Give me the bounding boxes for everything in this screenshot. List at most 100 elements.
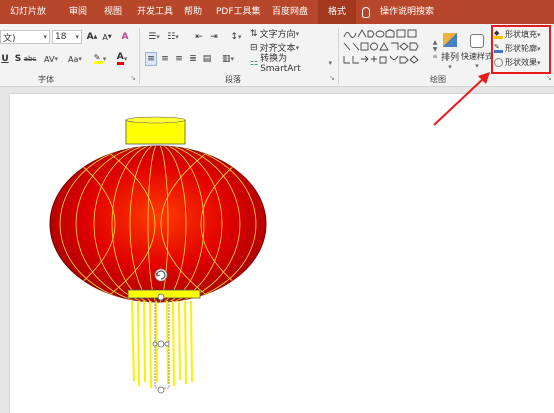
group-separator	[139, 28, 140, 84]
quick-styles-icon	[470, 34, 484, 48]
tab-label: 格式	[327, 7, 346, 17]
smartart-icon: ⚏	[250, 57, 259, 68]
clear-format-button[interactable]: A	[118, 30, 132, 44]
smartart-label: 转换为 SmartArt	[260, 54, 301, 74]
line-spacing-icon: ↕	[230, 32, 239, 42]
align-left-button[interactable]: ≡	[145, 52, 157, 66]
align-text-icon: ⊟	[250, 42, 258, 53]
tab-pdf-tools[interactable]: PDF工具集	[212, 0, 268, 24]
numbering-button[interactable]: ☷ ▾	[164, 30, 182, 44]
line-spacing-button[interactable]: ↕ ▾	[227, 30, 245, 44]
tab-label: 视图	[104, 7, 123, 17]
font-dialog-launcher-icon[interactable]: ↘	[130, 74, 136, 82]
quick-styles-label: 快速样式	[461, 52, 493, 61]
arrange-button[interactable]: 排列 ▾	[439, 27, 461, 77]
text-direction-label: 文字方向	[259, 30, 296, 40]
strike-button[interactable]: abc	[23, 52, 37, 66]
tab-label: 操作说明搜索	[380, 7, 435, 17]
strikethrough-icon: abc	[23, 55, 37, 63]
shapes-gallery-scroll[interactable]: ▲ ▼ ≡	[431, 27, 439, 71]
text-direction-icon: ⇅	[250, 28, 258, 39]
columns-button[interactable]: ▥ ▾	[218, 52, 238, 66]
chevron-up-icon: ▲	[432, 38, 438, 46]
highlighter-icon: ✎	[93, 54, 103, 64]
shrink-font-button[interactable]: A ▼	[101, 30, 113, 44]
drawing-dialog-launcher-icon[interactable]: ↘	[546, 74, 552, 82]
align-left-icon: ≡	[147, 54, 155, 64]
char-spacing-button[interactable]: AV ▾	[40, 52, 62, 66]
chevron-down-icon: ▾	[448, 63, 452, 71]
strikethrough-button[interactable]: S	[13, 52, 23, 66]
drawing-group-label: 绘图	[430, 75, 446, 84]
tab-format[interactable]: 格式	[318, 0, 356, 24]
font-color-icon: A	[116, 53, 124, 65]
paragraph-dialog-launcher-icon[interactable]: ↘	[329, 74, 335, 82]
columns-icon: ▥	[221, 54, 231, 64]
tab-review[interactable]: 审阅	[63, 0, 93, 24]
tell-me-search[interactable]: 操作说明搜索	[362, 0, 462, 24]
decrease-indent-icon: ⇤	[195, 32, 203, 42]
font-name-combo[interactable]: 文) ▾	[0, 30, 50, 44]
grow-font-button[interactable]: A ▲	[86, 30, 98, 44]
font-size-value: 18	[55, 32, 67, 42]
distributed-button[interactable]: ▤	[201, 52, 213, 66]
text-shadow-icon: S	[14, 54, 22, 64]
convert-smartart-button[interactable]: ⚏ 转换为 SmartArt ▾	[250, 54, 332, 74]
bullets-icon: ☰	[148, 32, 157, 42]
chevron-down-icon: ▼	[432, 45, 438, 53]
change-case-button[interactable]: Aa ▾	[64, 52, 86, 66]
bullets-button[interactable]: ☰ ▾	[145, 30, 163, 44]
arrange-icon	[443, 33, 457, 47]
align-right-button[interactable]: ≡	[173, 52, 185, 66]
justify-icon: ≣	[189, 54, 197, 64]
tab-baidu-netdisk[interactable]: 百度网盘	[268, 0, 316, 24]
decrease-indent-button[interactable]: ⇤	[193, 30, 205, 44]
slide[interactable]	[10, 94, 554, 413]
text-direction-button[interactable]: ⇅ 文字方向 ▾	[250, 27, 308, 41]
rotate-handle-icon[interactable]	[154, 268, 168, 282]
highlight-color-button[interactable]: ✎ ▾	[90, 52, 110, 66]
align-center-button[interactable]: ≡	[159, 52, 171, 66]
tab-label: 帮助	[184, 7, 203, 17]
font-size-combo[interactable]: 18 ▾	[52, 30, 82, 44]
tab-help[interactable]: 帮助	[180, 0, 208, 24]
tab-label: 百度网盘	[272, 7, 309, 17]
font-name-value: 文)	[3, 33, 16, 44]
powerpoint-window: 幻灯片放映 审阅 视图 开发工具 帮助 PDF工具集 百度网盘 格式 操作说明搜…	[0, 0, 554, 413]
grow-font-icon: A	[86, 32, 94, 42]
tab-developer[interactable]: 开发工具	[133, 0, 175, 24]
underline-icon: U	[1, 54, 9, 64]
highlight-box	[491, 25, 551, 74]
eraser-icon: A	[121, 32, 129, 42]
align-center-icon: ≡	[161, 54, 169, 64]
chevron-down-icon: ▾	[43, 33, 47, 41]
underline-button[interactable]: U	[0, 52, 10, 66]
arrange-label: 排列	[440, 53, 459, 63]
lantern-drawing	[49, 116, 267, 394]
lightbulb-icon	[362, 6, 370, 18]
shapes-gallery-icons	[343, 29, 419, 64]
tab-label: 审阅	[69, 7, 88, 17]
font-color-button[interactable]: A ▾	[112, 52, 132, 66]
shapes-gallery[interactable]	[342, 27, 430, 71]
change-case-icon: Aa	[68, 54, 79, 64]
align-right-icon: ≡	[175, 54, 183, 64]
justify-button[interactable]: ≣	[187, 52, 199, 66]
slide-editing-area	[0, 88, 554, 413]
ribbon-tab-bar: 幻灯片放映 审阅 视图 开发工具 帮助 PDF工具集 百度网盘 格式 操作说明搜…	[0, 0, 554, 41]
distributed-icon: ▤	[202, 54, 212, 64]
tab-slideshow[interactable]: 幻灯片放映	[4, 0, 54, 41]
increase-indent-icon: ⇥	[210, 32, 218, 42]
numbering-icon: ☷	[167, 32, 176, 42]
tab-label: 开发工具	[137, 7, 174, 17]
increase-indent-button[interactable]: ⇥	[208, 30, 220, 44]
ribbon: 文) ▾ 18 ▾ A ▲ A ▼ A U S abc AV ▾ Aa ▾ ✎ ▾ A ▾ …	[0, 24, 554, 87]
tab-view[interactable]: 视图	[100, 0, 130, 24]
char-spacing-icon: AV	[44, 54, 55, 64]
tab-label: PDF工具集	[216, 7, 261, 17]
lantern-top-cap[interactable]	[125, 116, 186, 145]
quick-styles-button[interactable]: 快速样式 ▾	[461, 27, 493, 77]
chevron-down-icon: ▾	[475, 62, 479, 70]
paragraph-group-label: 段落	[225, 75, 241, 84]
chevron-down-icon: ▾	[75, 33, 79, 41]
